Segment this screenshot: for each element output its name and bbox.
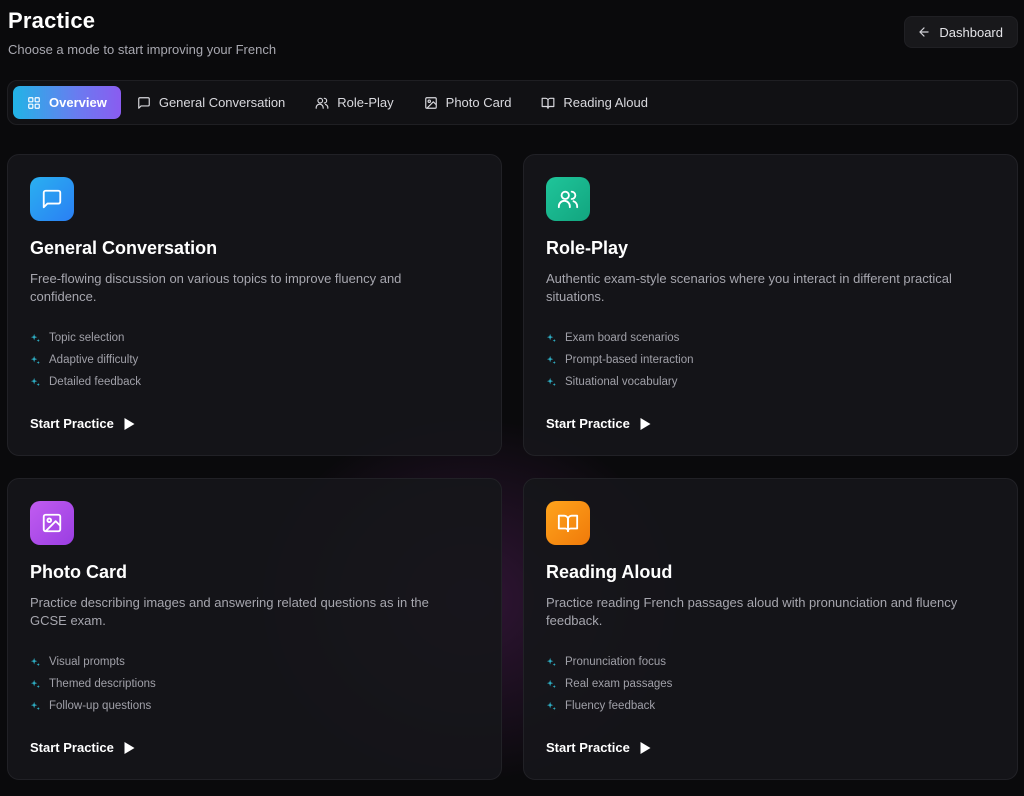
card-icon-container bbox=[546, 501, 590, 545]
book-icon bbox=[541, 96, 555, 110]
card-general-conversation: General Conversation Free-flowing discus… bbox=[7, 154, 502, 456]
grid-icon bbox=[27, 96, 41, 110]
page-title: Practice bbox=[8, 8, 96, 33]
feature-label: Real exam passages bbox=[565, 678, 673, 690]
card-description: Practice reading French passages aloud w… bbox=[546, 595, 958, 628]
tab-label: Role-Play bbox=[337, 95, 394, 110]
card-icon-container bbox=[30, 501, 74, 545]
feature-item: Real exam passages bbox=[546, 673, 995, 695]
dashboard-button-label: Dashboard bbox=[939, 24, 1003, 40]
start-practice-button[interactable]: Start Practice bbox=[546, 416, 651, 431]
page-header: Practice Choose a mode to start improvin… bbox=[8, 8, 276, 57]
tab-label: General Conversation bbox=[158, 95, 286, 110]
tab-general-conversation[interactable]: General Conversation bbox=[123, 86, 299, 119]
start-practice-button[interactable]: Start Practice bbox=[30, 740, 135, 755]
feature-item: Detailed feedback bbox=[30, 371, 479, 393]
tab-label: Reading Aloud bbox=[563, 95, 648, 110]
start-practice-button[interactable]: Start Practice bbox=[546, 740, 651, 755]
play-icon bbox=[640, 417, 651, 430]
feature-item: Prompt-based interaction bbox=[546, 349, 995, 371]
feature-item: Adaptive difficulty bbox=[30, 349, 479, 371]
sparkle-icon bbox=[30, 377, 41, 388]
sparkle-icon bbox=[546, 701, 557, 712]
feature-label: Themed descriptions bbox=[49, 678, 156, 690]
tab-label: Overview bbox=[49, 95, 107, 110]
sparkle-icon bbox=[30, 701, 41, 712]
sparkle-icon bbox=[546, 355, 557, 366]
feature-label: Adaptive difficulty bbox=[49, 354, 139, 366]
users-icon bbox=[315, 96, 329, 110]
sparkle-icon bbox=[30, 333, 41, 344]
card-title: Role-Play bbox=[546, 238, 629, 258]
card-role-play: Role-Play Authentic exam-style scenarios… bbox=[523, 154, 1018, 456]
start-practice-button[interactable]: Start Practice bbox=[30, 416, 135, 431]
sparkle-icon bbox=[546, 657, 557, 668]
feature-label: Follow-up questions bbox=[49, 700, 152, 712]
arrow-left-icon bbox=[917, 25, 931, 39]
sparkle-icon bbox=[30, 679, 41, 690]
message-icon bbox=[137, 96, 151, 110]
sparkle-icon bbox=[546, 679, 557, 690]
feature-item: Follow-up questions bbox=[30, 695, 479, 717]
feature-list: Exam board scenarios Prompt-based intera… bbox=[546, 327, 995, 393]
dashboard-button[interactable]: Dashboard bbox=[904, 16, 1018, 48]
tab-overview[interactable]: Overview bbox=[13, 86, 121, 119]
play-icon bbox=[124, 417, 135, 430]
page-subtitle: Choose a mode to start improving your Fr… bbox=[8, 42, 277, 57]
tab-label: Photo Card bbox=[445, 95, 512, 110]
start-practice-label: Start Practice bbox=[546, 740, 630, 755]
card-icon-container bbox=[546, 177, 590, 221]
card-title: Photo Card bbox=[30, 562, 127, 582]
card-reading-aloud: Reading Aloud Practice reading French pa… bbox=[523, 478, 1018, 780]
sparkle-icon bbox=[546, 377, 557, 388]
feature-label: Pronunciation focus bbox=[565, 656, 667, 668]
tab-role-play[interactable]: Role-Play bbox=[301, 86, 407, 119]
feature-item: Pronunciation focus bbox=[546, 651, 995, 673]
card-title: General Conversation bbox=[30, 238, 218, 258]
message-icon bbox=[41, 188, 63, 210]
card-title: Reading Aloud bbox=[546, 562, 673, 582]
play-icon bbox=[640, 741, 651, 754]
start-practice-label: Start Practice bbox=[546, 416, 630, 431]
card-icon-container bbox=[30, 177, 74, 221]
feature-list: Pronunciation focus Real exam passages F… bbox=[546, 651, 995, 717]
feature-list: Topic selection Adaptive difficulty Deta… bbox=[30, 327, 479, 393]
feature-label: Topic selection bbox=[49, 332, 125, 344]
sparkle-icon bbox=[546, 333, 557, 344]
feature-list: Visual prompts Themed descriptions Follo… bbox=[30, 651, 479, 717]
feature-label: Exam board scenarios bbox=[565, 332, 680, 344]
image-icon bbox=[41, 512, 63, 534]
sparkle-icon bbox=[30, 657, 41, 668]
tab-photo-card[interactable]: Photo Card bbox=[410, 86, 526, 119]
card-photo-card: Photo Card Practice describing images an… bbox=[7, 478, 502, 780]
card-description: Free-flowing discussion on various topic… bbox=[30, 271, 402, 304]
users-icon bbox=[557, 188, 579, 210]
book-icon bbox=[557, 512, 579, 534]
feature-label: Visual prompts bbox=[49, 656, 125, 668]
feature-label: Situational vocabulary bbox=[565, 376, 678, 388]
sparkle-icon bbox=[30, 355, 41, 366]
tab-reading-aloud[interactable]: Reading Aloud bbox=[527, 86, 662, 119]
feature-item: Visual prompts bbox=[30, 651, 479, 673]
card-description: Authentic exam-style scenarios where you… bbox=[546, 271, 952, 304]
feature-label: Detailed feedback bbox=[49, 376, 142, 388]
play-icon bbox=[124, 741, 135, 754]
feature-label: Fluency feedback bbox=[565, 700, 656, 712]
feature-item: Exam board scenarios bbox=[546, 327, 995, 349]
feature-item: Topic selection bbox=[30, 327, 479, 349]
feature-item: Situational vocabulary bbox=[546, 371, 995, 393]
feature-label: Prompt-based interaction bbox=[565, 354, 694, 366]
feature-item: Themed descriptions bbox=[30, 673, 479, 695]
mode-tabs: Overview General Conversation Role-Play … bbox=[7, 80, 1018, 125]
start-practice-label: Start Practice bbox=[30, 740, 114, 755]
feature-item: Fluency feedback bbox=[546, 695, 995, 717]
start-practice-label: Start Practice bbox=[30, 416, 114, 431]
card-description: Practice describing images and answering… bbox=[30, 595, 429, 628]
image-icon bbox=[424, 96, 438, 110]
